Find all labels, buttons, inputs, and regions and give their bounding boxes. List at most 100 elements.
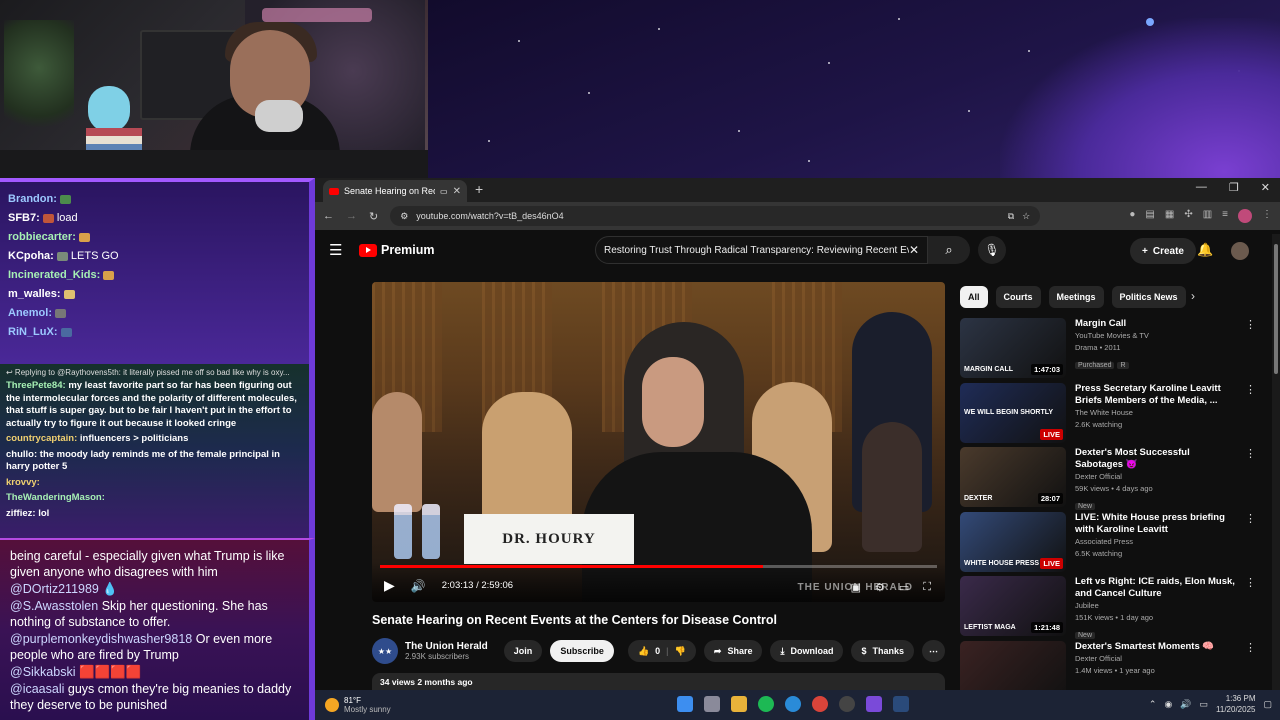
chat-username[interactable]: @purplemonkeydishwasher9818: [10, 632, 192, 646]
share-button[interactable]: ➦ Share: [703, 640, 763, 662]
chat-username[interactable]: Incinerated_Kids:: [8, 269, 100, 281]
extension-icon[interactable]: ●: [1129, 209, 1135, 223]
thanks-button[interactable]: $ Thanks: [851, 640, 914, 662]
channel-avatar[interactable]: ★★: [372, 638, 398, 664]
recommended-channel[interactable]: YouTube Movies & TV: [1075, 330, 1235, 342]
fullscreen-icon[interactable]: ⛶: [923, 581, 931, 594]
reload-icon[interactable]: ↻: [369, 210, 378, 223]
profile-avatar[interactable]: [1238, 209, 1252, 223]
chat-username[interactable]: robbiecarter:: [8, 231, 76, 243]
browser-tab[interactable]: Senate Hearing on Recent E ▭ ✕: [323, 180, 467, 202]
more-options-icon[interactable]: ⋮: [1245, 447, 1256, 460]
clock[interactable]: 1:36 PM 11/20/2025: [1216, 693, 1255, 715]
chat-username[interactable]: ThreePete84:: [6, 380, 66, 391]
youtube-logo[interactable]: Premium: [359, 243, 435, 257]
create-button[interactable]: + Create: [1130, 238, 1196, 264]
more-options-icon[interactable]: ⋮: [1245, 641, 1256, 654]
chrome-icon[interactable]: [812, 696, 828, 712]
recommended-title[interactable]: Dexter's Most Successful Sabotages 😈: [1075, 447, 1235, 471]
more-options-icon[interactable]: ⋮: [1245, 318, 1256, 331]
file-explorer-icon[interactable]: [731, 696, 747, 712]
recommended-title[interactable]: LIVE: White House press briefing with Ka…: [1075, 512, 1235, 536]
recommended-channel[interactable]: Associated Press: [1075, 536, 1235, 548]
theater-mode-icon[interactable]: ▭: [899, 581, 909, 594]
chat-username[interactable]: Anemol:: [8, 307, 52, 319]
chevron-right-icon[interactable]: ›: [1191, 289, 1195, 303]
video-thumbnail[interactable]: DEXTER 28:07: [960, 447, 1066, 507]
page-scrollbar[interactable]: [1272, 234, 1280, 690]
chat-username[interactable]: krovvy:: [6, 477, 40, 488]
voice-search-button[interactable]: 🎙: [978, 236, 1006, 264]
more-options-icon[interactable]: ⋮: [1245, 512, 1256, 525]
minimize-button[interactable]: —: [1196, 181, 1207, 194]
menu-icon[interactable]: ⋮: [1262, 209, 1272, 223]
volume-tray-icon[interactable]: 🔊: [1180, 699, 1191, 710]
site-info-icon[interactable]: ⚙: [400, 211, 408, 222]
recommended-video[interactable]: DEXTER 28:07 Dexter's Most Successful Sabo…: [960, 447, 1260, 511]
video-thumbnail[interactable]: MARGIN CALL 1:47:03: [960, 318, 1066, 378]
chat-username[interactable]: RiN_LuX:: [8, 326, 58, 338]
battery-icon[interactable]: ▭: [1200, 699, 1209, 710]
chat-username[interactable]: TheWanderingMason:: [6, 492, 105, 503]
clear-search-icon[interactable]: ✕: [909, 243, 919, 257]
filter-chip[interactable]: Politics News: [1111, 286, 1186, 308]
volume-icon[interactable]: 🔊: [411, 579, 426, 593]
steam-icon[interactable]: [893, 696, 909, 712]
play-icon[interactable]: ▶: [384, 577, 395, 594]
close-window-button[interactable]: ✕: [1261, 181, 1270, 194]
sidebar-icon[interactable]: ▥: [1203, 209, 1212, 223]
recommended-channel[interactable]: Dexter Official: [1075, 471, 1235, 483]
settings-gear-icon[interactable]: ⚙: [875, 581, 885, 594]
chat-username[interactable]: countrycaptain:: [6, 433, 77, 444]
app-icon[interactable]: [866, 696, 882, 712]
filter-chip[interactable]: All: [960, 286, 988, 308]
network-icon[interactable]: ◉: [1164, 699, 1172, 710]
chat-username[interactable]: @DOrtiz211989: [10, 582, 99, 596]
spotify-icon[interactable]: [758, 696, 774, 712]
install-icon[interactable]: ⧉: [1008, 211, 1014, 222]
recommended-video[interactable]: LEFTIST MAGA 1:21:48 Left vs Right: ICE ra…: [960, 576, 1260, 640]
windows-start-icon[interactable]: [677, 696, 693, 712]
video-progress-bar[interactable]: [380, 565, 937, 568]
thumbs-down-icon[interactable]: 👎: [675, 646, 686, 657]
chat-username[interactable]: chullo:: [6, 449, 37, 460]
recommended-title[interactable]: Press Secretary Karoline Leavitt Briefs …: [1075, 383, 1235, 407]
bookmark-star-icon[interactable]: ☆: [1022, 211, 1030, 222]
video-thumbnail[interactable]: WE WILL BEGIN SHORTLY LIVE: [960, 382, 1066, 443]
chat-username[interactable]: @S.Awasstolen: [10, 599, 98, 613]
search-input[interactable]: Restoring Trust Through Radical Transpar…: [595, 236, 928, 264]
more-options-icon[interactable]: ⋮: [1245, 383, 1256, 396]
edge-icon[interactable]: [785, 696, 801, 712]
more-options-icon[interactable]: ⋮: [1245, 576, 1256, 589]
recommended-title[interactable]: Margin Call: [1075, 318, 1235, 330]
chat-username[interactable]: Brandon:: [8, 193, 57, 205]
back-icon[interactable]: ←: [323, 210, 334, 222]
recommended-channel[interactable]: Jubilee: [1075, 600, 1235, 612]
chat-username[interactable]: m_walles:: [8, 288, 61, 300]
join-button[interactable]: Join: [503, 640, 543, 662]
hamburger-menu-icon[interactable]: ☰: [329, 241, 359, 259]
chat-username[interactable]: ziffiez:: [6, 508, 36, 519]
subscribe-button[interactable]: Subscribe: [550, 640, 614, 662]
chat-username[interactable]: KCpoha:: [8, 250, 54, 262]
tray-chevron-icon[interactable]: ⌃: [1149, 699, 1157, 710]
description-box[interactable]: 34 views 2 months ago: [372, 673, 945, 690]
filter-chip[interactable]: Courts: [995, 286, 1041, 308]
chat-username[interactable]: @icaasali: [10, 682, 64, 696]
weather-widget[interactable]: 81°F Mostly sunny: [325, 696, 391, 714]
new-tab-button[interactable]: +: [475, 181, 483, 197]
video-thumbnail[interactable]: LEFTIST MAGA 1:21:48: [960, 576, 1066, 636]
extension-icon[interactable]: ▦: [1165, 209, 1174, 223]
account-avatar[interactable]: [1231, 242, 1249, 260]
forward-icon[interactable]: →: [346, 210, 357, 222]
download-button[interactable]: ⤓ Download: [770, 640, 844, 662]
notification-icon[interactable]: ▢: [1263, 699, 1272, 710]
captions-icon[interactable]: ▣: [851, 581, 861, 594]
extension-icon[interactable]: ▤: [1145, 209, 1154, 223]
like-button[interactable]: 👍 0 | 👎: [627, 640, 696, 662]
recommended-video[interactable]: WHITE HOUSE PRESS LIVE LIVE: White House p…: [960, 511, 1260, 576]
video-player[interactable]: DR. HOURY ▶ 🔊 2:03:13 / 2:59:06 THE UNIO…: [372, 282, 945, 602]
filter-chip[interactable]: Meetings: [1048, 286, 1104, 308]
more-actions-button[interactable]: ⋯: [922, 640, 945, 662]
notifications-bell-icon[interactable]: 🔔: [1197, 242, 1213, 258]
